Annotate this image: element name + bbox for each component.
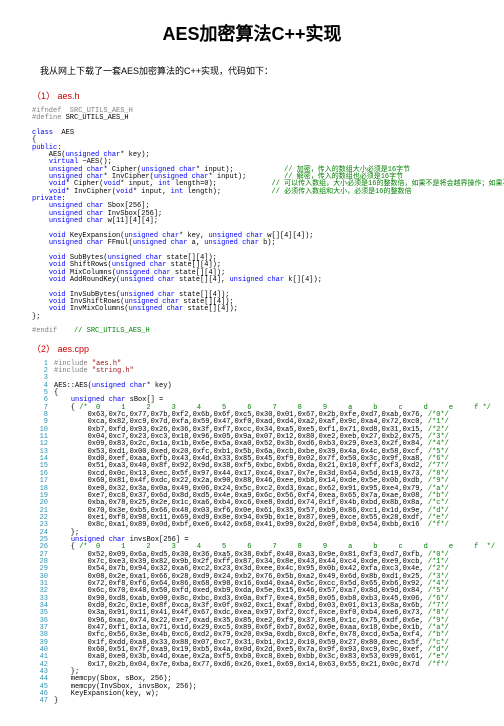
line-number: 4 [32,383,54,390]
section-2-title: （2） aes.cpp [32,342,484,355]
aes-h-code-block: #ifndef SRC_UTILS_AES_H #define SRC_UTIL… [32,108,484,336]
section-1-title: （1） aes.h [32,89,484,102]
code-line: 0x8c,0xa1,0x89,0x0d,0xbf,0xe6,0x42,0x68,… [54,522,495,529]
code-line: KeyExpansion(key, w); [54,691,495,698]
line-number: 6 [32,397,54,404]
code-line: #include "string.h" [54,368,495,375]
line-number: 47 [32,698,54,705]
line-number: 7 [32,405,54,412]
aes-cpp-code-block: 1#include "aes.h"2#include "string.h"34A… [32,361,495,706]
line-number: 8 [32,412,54,419]
code-line: 0x17,0x2b,0x04,0x7e,0xba,0x77,0xd6,0x26,… [54,662,495,669]
line-number: 1 [32,361,54,368]
page-title: AES加密算法C++实现 [20,20,484,46]
line-number: 3 [32,375,54,382]
code-line: AES::AES(unsigned char* key) [54,383,495,390]
line-number: 2 [32,368,54,375]
code-line: } [54,698,495,705]
intro-text: 我从网上下载了一套AES加密算法的C++实现，代码如下： [40,64,484,77]
line-number: 5 [32,390,54,397]
